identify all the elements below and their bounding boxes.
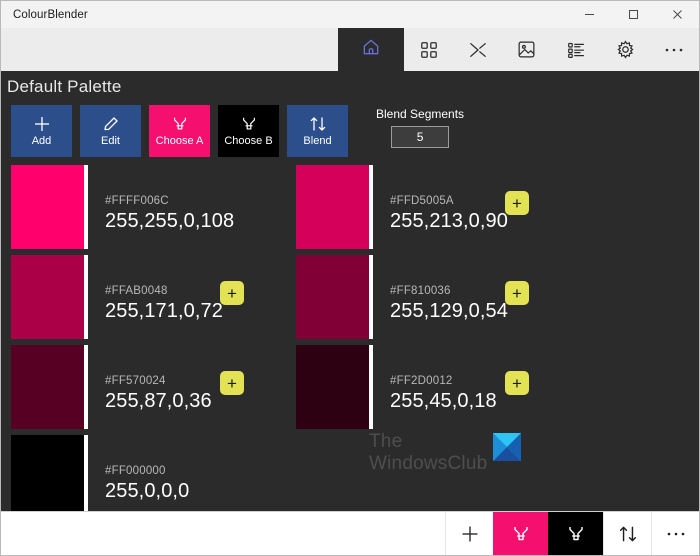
beaker-icon bbox=[171, 115, 189, 133]
bottom-add-button[interactable] bbox=[445, 512, 493, 555]
color-hex: #FF570024 bbox=[105, 375, 166, 387]
color-hex: #FFFF006C bbox=[105, 195, 169, 207]
bottom-bar-spacer bbox=[1, 512, 445, 555]
add-color-button[interactable]: + bbox=[220, 281, 244, 305]
strip-left-filler bbox=[1, 28, 338, 71]
swatch-row[interactable]: #FF810036 255,129,0,54 + bbox=[296, 255, 581, 345]
palette-swatch-grid: #FFFF006C 255,255,0,108 + #FFD5005A 255,… bbox=[1, 157, 699, 511]
window-title: ColourBlender bbox=[13, 8, 88, 21]
add-color-button[interactable]: + bbox=[220, 371, 244, 395]
color-meta: #FF2D0012 255,45,0,18 bbox=[373, 345, 581, 414]
shuffle-icon-button[interactable] bbox=[453, 28, 502, 71]
color-hex: #FF000000 bbox=[105, 465, 166, 477]
add-color-button[interactable]: + bbox=[505, 371, 529, 395]
icon-toolbar bbox=[404, 28, 699, 71]
ellipsis-icon-button[interactable] bbox=[650, 28, 699, 71]
grid-icon bbox=[420, 41, 438, 59]
list-icon-button[interactable] bbox=[552, 28, 601, 71]
grid-icon-button[interactable] bbox=[404, 28, 453, 71]
choose-b-button-label: Choose B bbox=[224, 135, 273, 147]
plus-icon bbox=[33, 115, 51, 133]
color-meta: #FFFF006C 255,255,0,108 bbox=[88, 165, 296, 234]
color-hex: #FF2D0012 bbox=[390, 375, 453, 387]
bottom-blend-button[interactable] bbox=[603, 512, 651, 555]
command-strip bbox=[1, 28, 699, 71]
edit-button[interactable]: Edit bbox=[80, 105, 141, 157]
minimize-icon[interactable] bbox=[567, 1, 611, 28]
swatch-row[interactable]: #FF2D0012 255,45,0,18 + bbox=[296, 345, 581, 435]
blend-button-label: Blend bbox=[303, 135, 332, 147]
color-hex: #FFD5005A bbox=[390, 195, 454, 207]
edit-button-label: Edit bbox=[101, 135, 120, 147]
palette-toolbar: Add Edit Choose A Choose B Blend Blend S… bbox=[1, 101, 699, 157]
maximize-icon[interactable] bbox=[611, 1, 655, 28]
swatch-row[interactable]: #FFD5005A 255,213,0,90 + bbox=[296, 165, 581, 255]
close-icon[interactable] bbox=[655, 1, 699, 28]
color-chip[interactable] bbox=[11, 435, 88, 511]
color-argb: 255,213,0,90 bbox=[390, 210, 508, 232]
page-title: Default Palette bbox=[7, 77, 122, 96]
swatch-row[interactable]: #FF000000 255,0,0,0 + bbox=[11, 435, 296, 511]
color-chip[interactable] bbox=[11, 255, 88, 339]
add-color-button[interactable]: + bbox=[505, 191, 529, 215]
color-argb: 255,87,0,36 bbox=[105, 390, 212, 412]
application-window: ColourBlender Default Palette Add Edit C… bbox=[0, 0, 700, 556]
color-meta: #FF810036 255,129,0,54 bbox=[373, 255, 581, 324]
beaker-icon bbox=[511, 524, 531, 544]
add-button[interactable]: Add bbox=[11, 105, 72, 157]
color-chip[interactable] bbox=[296, 345, 373, 429]
pencil-icon bbox=[102, 115, 120, 133]
window-controls bbox=[567, 1, 699, 28]
updown-arrows-icon bbox=[618, 524, 638, 544]
color-meta: #FF000000 255,0,0,0 bbox=[88, 435, 296, 504]
bottom-choose-a-button[interactable] bbox=[493, 512, 548, 555]
bottom-command-bar bbox=[1, 511, 699, 555]
plus-icon bbox=[460, 524, 480, 544]
home-icon bbox=[361, 37, 381, 62]
image-icon-button[interactable] bbox=[502, 28, 551, 71]
shuffle-icon bbox=[468, 41, 488, 59]
blend-button[interactable]: Blend bbox=[287, 105, 348, 157]
blend-segments-input[interactable] bbox=[391, 126, 450, 148]
ellipsis-icon bbox=[664, 47, 684, 53]
image-icon bbox=[517, 40, 536, 59]
choose-b-button[interactable]: Choose B bbox=[218, 105, 279, 157]
add-button-label: Add bbox=[31, 135, 52, 147]
ellipsis-icon bbox=[666, 531, 686, 537]
gear-icon bbox=[616, 40, 635, 59]
tab-home[interactable] bbox=[338, 28, 404, 71]
title-bar: ColourBlender bbox=[1, 1, 699, 28]
color-hex: #FFAB0048 bbox=[105, 285, 168, 297]
color-chip[interactable] bbox=[11, 345, 88, 429]
swatch-row[interactable]: #FFFF006C 255,255,0,108 + bbox=[11, 165, 296, 255]
gear-icon-button[interactable] bbox=[601, 28, 650, 71]
swatch-row[interactable]: #FFAB0048 255,171,0,72 + bbox=[11, 255, 296, 345]
list-icon bbox=[567, 41, 586, 59]
color-argb: 255,0,0,0 bbox=[105, 480, 190, 502]
blend-segments-group: Blend Segments bbox=[376, 105, 464, 148]
color-argb: 255,255,0,108 bbox=[105, 210, 235, 232]
color-meta: #FFAB0048 255,171,0,72 bbox=[88, 255, 296, 324]
color-argb: 255,129,0,54 bbox=[390, 300, 508, 322]
color-meta: #FF570024 255,87,0,36 bbox=[88, 345, 296, 414]
color-chip[interactable] bbox=[296, 255, 373, 339]
beaker-icon bbox=[240, 115, 258, 133]
bottom-more-button[interactable] bbox=[651, 512, 699, 555]
color-argb: 255,171,0,72 bbox=[105, 300, 223, 322]
color-meta: #FFD5005A 255,213,0,90 bbox=[373, 165, 581, 234]
color-argb: 255,45,0,18 bbox=[390, 390, 497, 412]
color-chip[interactable] bbox=[296, 165, 373, 249]
swatch-row[interactable]: #FF570024 255,87,0,36 + bbox=[11, 345, 296, 435]
bottom-choose-b-button[interactable] bbox=[548, 512, 603, 555]
beaker-icon bbox=[566, 524, 586, 544]
blend-segments-label: Blend Segments bbox=[376, 107, 465, 121]
choose-a-button-label: Choose A bbox=[155, 135, 204, 147]
updown-arrows-icon bbox=[309, 115, 327, 133]
add-color-button[interactable]: + bbox=[505, 281, 529, 305]
color-chip[interactable] bbox=[11, 165, 88, 249]
choose-a-button[interactable]: Choose A bbox=[149, 105, 210, 157]
color-hex: #FF810036 bbox=[390, 285, 451, 297]
